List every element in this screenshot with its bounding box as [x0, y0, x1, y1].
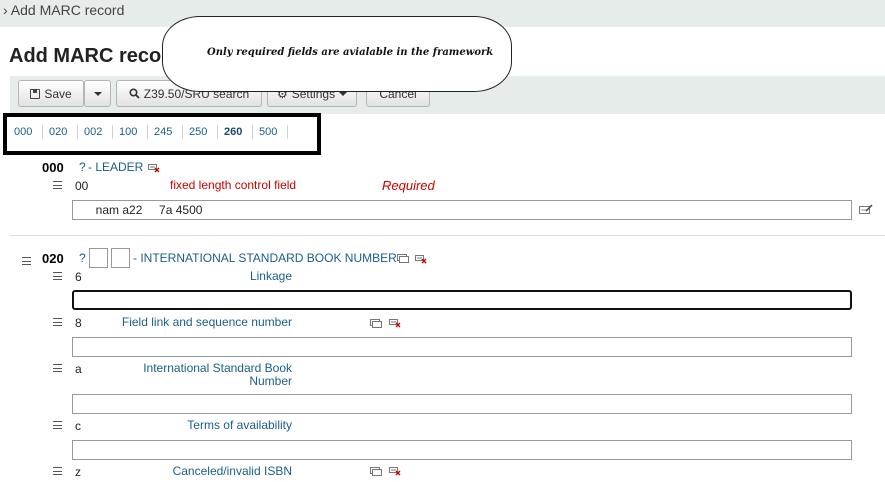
tag-link-020[interactable]: 020 [49, 126, 67, 138]
drag-handle-icon[interactable] [53, 421, 62, 429]
linkage-input[interactable] [72, 290, 852, 310]
subfield-label-00: fixed length control field [170, 178, 297, 192]
subfield-label-c: Terms of availability [187, 418, 292, 432]
indicator-2-input[interactable] [111, 248, 130, 268]
save-label: Save [44, 86, 72, 101]
field-link-input[interactable] [72, 337, 852, 357]
field-description-020[interactable]: - INTERNATIONAL STANDARD BOOK NUMBER [133, 251, 397, 265]
indicator-1-input[interactable] [89, 248, 108, 268]
drag-handle-icon[interactable] [53, 364, 62, 372]
callout-text: Only required fields are avialable in th… [207, 47, 494, 58]
tag-link-002[interactable]: 002 [84, 126, 102, 138]
subfield-code-8: 8 [75, 316, 82, 330]
subfield-label-a: International Standard Book Number [143, 361, 292, 388]
edit-plugin-icon[interactable] [859, 204, 873, 215]
terms-of-availability-input[interactable] [72, 440, 852, 460]
subfield-code-00: 00 [75, 179, 89, 193]
clone-subfield-icon[interactable] [370, 467, 382, 476]
clone-field-icon[interactable] [397, 254, 409, 263]
subfield-code-c: c [75, 419, 81, 433]
drag-handle-icon[interactable] [53, 181, 62, 189]
drag-handle-icon[interactable] [53, 318, 62, 326]
magnifier-icon [129, 88, 140, 99]
tag-link-250[interactable]: 250 [189, 126, 207, 138]
field-divider [10, 235, 885, 236]
chevron-down-icon [339, 91, 348, 96]
field-help-link[interactable]: ? [79, 160, 86, 174]
delete-field-icon[interactable] [415, 254, 427, 264]
clone-subfield-icon[interactable] [370, 319, 382, 328]
isbn-input[interactable] [72, 394, 852, 414]
delete-subfield-icon[interactable] [389, 466, 401, 476]
leader-input[interactable] [72, 200, 852, 220]
tag-link-500[interactable]: 500 [259, 126, 277, 138]
field-help-link[interactable]: ? [79, 251, 86, 265]
save-options-button[interactable] [84, 80, 111, 107]
subfield-label-8: Field link and sequence number [121, 315, 292, 329]
tag-link-260[interactable]: 260 [224, 126, 242, 138]
chevron-down-icon [93, 91, 102, 96]
field-tag-020: 020 [42, 251, 64, 266]
drag-handle-icon[interactable] [53, 272, 62, 280]
save-button[interactable]: Save [18, 80, 84, 107]
floppy-disk-icon [30, 88, 41, 99]
required-note: Required [382, 178, 435, 193]
page-title: Add MARC record [9, 45, 182, 67]
field-description-000[interactable]: - LEADER [88, 160, 143, 174]
subfield-label-6: Linkage [249, 269, 292, 283]
delete-field-icon[interactable] [148, 163, 160, 173]
drag-handle-icon[interactable] [53, 467, 62, 475]
tag-link-100[interactable]: 100 [119, 126, 137, 138]
drag-handle-icon[interactable] [22, 257, 31, 265]
subfield-code-z: z [75, 465, 81, 479]
subfield-label-z: Canceled/invalid ISBN [172, 464, 292, 478]
tag-link-000[interactable]: 000 [14, 126, 32, 138]
tag-navigation: 000 020 002 100 245 250 260 500 [3, 113, 321, 155]
subfield-code-a: a [75, 362, 82, 376]
delete-subfield-icon[interactable] [389, 318, 401, 328]
annotation-callout: Only required fields are avialable in th… [162, 16, 512, 92]
subfield-code-6: 6 [75, 270, 82, 284]
tag-link-245[interactable]: 245 [154, 126, 172, 138]
field-tag-000: 000 [42, 160, 64, 175]
